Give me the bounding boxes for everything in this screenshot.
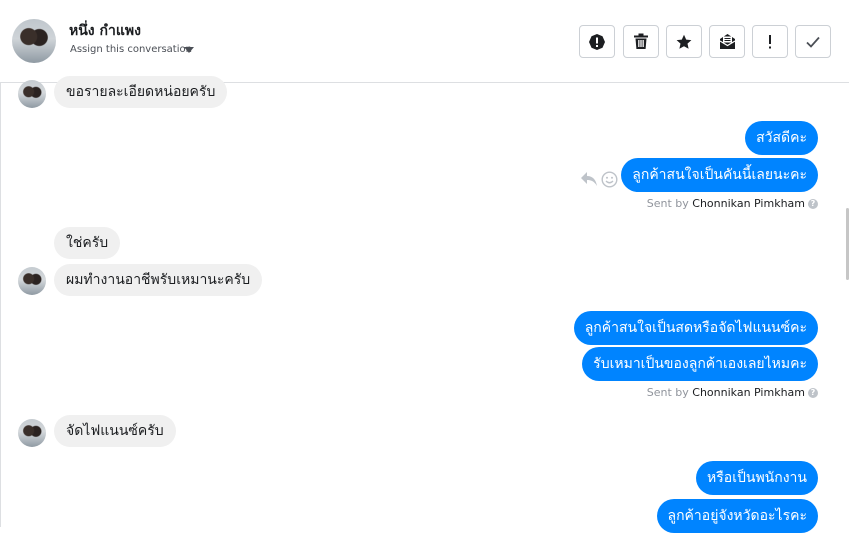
incoming-message[interactable]: จัดไฟแนนซ์ครับ <box>54 415 176 447</box>
contact-avatar[interactable] <box>12 19 56 63</box>
mark-unread-icon <box>719 34 735 49</box>
incoming-message[interactable]: ขอรายละเอียดหน่อยครับ <box>54 76 228 108</box>
star-icon <box>676 34 692 49</box>
assign-conversation-link[interactable]: Assign this conversation <box>70 44 192 55</box>
emoji-react-icon[interactable] <box>601 171 618 188</box>
mark-unread-button[interactable] <box>709 25 745 58</box>
sent-by-label: Sent by Chonnikan Pimkham? <box>647 386 818 399</box>
outgoing-message[interactable]: สวัสดีคะ <box>745 121 818 155</box>
delete-button[interactable] <box>623 25 659 58</box>
scrollbar[interactable] <box>846 208 849 280</box>
contact-avatar-small[interactable] <box>18 80 46 108</box>
incoming-message[interactable]: ผมทำงานอาชีพรับเหมานะครับ <box>54 264 263 296</box>
outgoing-message[interactable]: ลูกค้าสนใจเป็นคันนี้เลยนะคะ <box>621 158 818 192</box>
contact-avatar-small[interactable] <box>18 419 46 447</box>
spam-button[interactable] <box>579 25 615 58</box>
done-button[interactable] <box>795 25 831 58</box>
outgoing-message[interactable]: ลูกค้าอยู่จังหวัดอะไรคะ <box>656 499 818 533</box>
incoming-message[interactable]: ใช่ครับ <box>54 227 121 259</box>
trash-icon <box>634 33 648 49</box>
outgoing-message[interactable]: หรือเป็นพนักงาน <box>696 461 818 495</box>
exclamation-icon <box>769 34 771 48</box>
chevron-down-icon[interactable] <box>184 47 194 53</box>
help-icon[interactable]: ? <box>808 388 818 398</box>
sent-by-prefix: Sent by <box>646 197 689 210</box>
contact-avatar-small[interactable] <box>18 267 46 295</box>
star-button[interactable] <box>666 25 702 58</box>
reply-icon[interactable] <box>580 171 598 187</box>
conversation-header: หนึ่ง กำแพง Assign this conversation <box>0 0 849 83</box>
sent-by-name[interactable]: Chonnikan Pimkham <box>692 386 805 399</box>
outgoing-message[interactable]: ลูกค้าสนใจเป็นสดหรือจัดไฟแนนซ์คะ <box>573 311 818 345</box>
sent-by-label: Sent by Chonnikan Pimkham? <box>647 197 818 210</box>
sent-by-prefix: Sent by <box>646 386 689 399</box>
contact-name[interactable]: หนึ่ง กำแพง <box>69 20 141 42</box>
follow-up-button[interactable] <box>752 25 788 58</box>
help-icon[interactable]: ? <box>808 199 818 209</box>
alert-circle-icon <box>589 33 605 50</box>
checkmark-icon <box>806 36 820 48</box>
sent-by-name[interactable]: Chonnikan Pimkham <box>692 197 805 210</box>
outgoing-message[interactable]: รับเหมาเป็นของลูกค้าเองเลยไหมคะ <box>582 347 818 381</box>
